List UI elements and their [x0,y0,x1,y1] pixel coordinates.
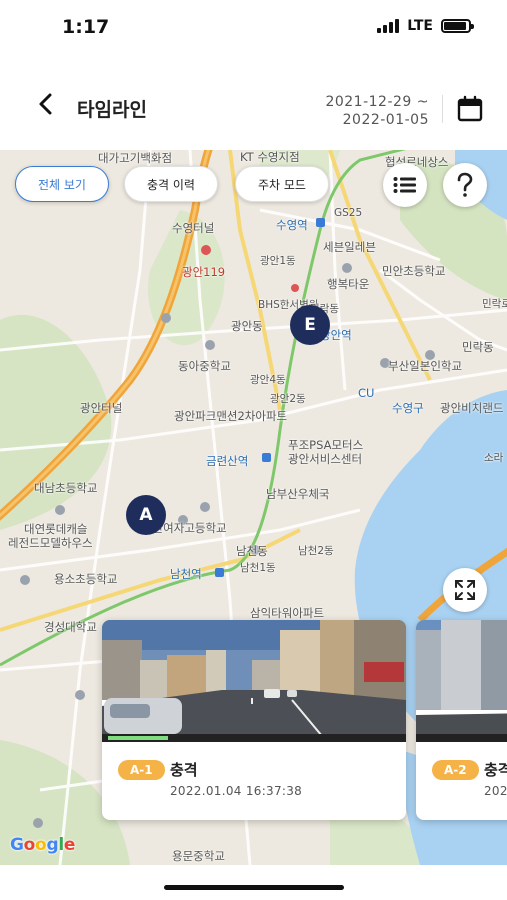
map-label: 경성대학교 [44,620,97,634]
network-type: LTE [407,18,433,34]
event-type: 충격 [484,761,507,779]
event-time: 2022.01.04 16: [484,784,507,798]
map-label: CU [358,386,375,400]
event-id-badge: A-1 [118,760,165,780]
event-id-badge: A-2 [432,760,479,780]
map-label: 소라 [484,452,504,464]
date-range[interactable]: 2021-12-29 ~ 2022-01-05 [325,93,429,129]
map-label: 동아중학교 [178,359,231,373]
dashcam-thumbnail[interactable] [102,620,406,742]
map-label: 대남초등학교 [34,481,98,495]
map-label: 용문중학교 [172,849,225,863]
map-label: 광안비치랜드 [440,401,504,415]
calendar-button[interactable] [456,95,484,123]
filter-all-label: 전체 보기 [38,177,86,192]
battery-icon [441,19,474,33]
filter-parking-label: 주차 모드 [258,177,306,192]
calendar-icon [457,95,483,122]
filter-all-button[interactable]: 전체 보기 [15,166,109,202]
route-start-marker[interactable]: A [126,495,166,535]
google-logo: Google [10,835,76,855]
event-time: 2022.01.04 16:37:38 [170,784,303,798]
home-bar [0,865,507,900]
help-button[interactable] [443,163,487,207]
home-indicator[interactable] [164,885,344,890]
route-start-marker-label: A [139,505,153,525]
map-label: 광안동 [231,319,263,333]
status-time: 1:17 [62,16,110,38]
event-card[interactable]: A-1 충격 2022.01.04 16:37:38 [102,620,406,820]
arrow-left-icon [39,93,52,115]
map-label: 민락동 [462,340,494,354]
status-indicators: LTE [377,18,474,34]
street-scene-image [416,620,507,742]
map-label: 광안2동 [270,393,306,405]
question-mark-icon [457,172,473,197]
map-view[interactable]: 대가고기백화점 KT 수영지점 협성르네상스 수영터널 수영역 GS25 세븐일… [0,150,507,865]
page-title: 타임라인 [77,99,147,121]
map-label: 민락로 [482,298,507,310]
list-icon [393,177,416,193]
route-end-marker-label: E [304,315,316,335]
map-label: 남천역 [170,567,202,581]
back-button[interactable] [34,91,60,117]
filter-impact-button[interactable]: 충격 이력 [124,166,218,202]
street-scene-image [102,620,406,742]
map-label: 광안119 [182,265,226,279]
event-card[interactable]: A-2 충격 2022.01.04 16: [416,620,507,820]
map-label: 부산일본인학교 [388,359,463,373]
map-label: KT 수영지점 [240,150,300,164]
date-range-start: 2021-12-29 ~ [325,94,429,110]
filter-impact-label: 충격 이력 [147,177,195,192]
map-label: 세븐일레븐 [323,240,376,254]
dashcam-thumbnail[interactable] [416,620,507,742]
map-label: 광안1동 [260,255,296,267]
date-range-end: 2022-01-05 [342,112,429,128]
cellular-signal-icon [377,19,400,33]
status-bar: 1:17 LTE [0,0,507,55]
map-label: 남천2동 [298,545,334,557]
map-label: 대가고기백화점 [98,151,173,165]
map-label: 수영역 [276,218,308,232]
map-label: 용소초등학교 [54,572,118,586]
fullscreen-button[interactable] [443,568,487,612]
expand-icon [455,580,475,600]
map-label: 금련산역 [206,454,249,468]
map-label: 광안터널 [80,401,123,415]
map-label: 광안서비스센터 [288,452,363,466]
route-end-marker[interactable]: E [290,305,330,345]
list-view-button[interactable] [383,163,427,207]
header: 타임라인 2021-12-29 ~ 2022-01-05 [0,55,507,150]
header-divider [442,95,443,123]
map-label: 광안파크맨션2차아파트 [174,409,288,423]
timeline-screen: 1:17 LTE 타임라인 2021-12-29 ~ 2022-01-05 대가… [0,0,507,900]
filter-parking-button[interactable]: 주차 모드 [235,166,329,202]
map-label: 광안4동 [250,374,286,386]
map-label: 삼익타워아파트 [250,606,325,620]
map-label: 남부산우체국 [266,487,330,501]
map-label: 수영터널 [172,221,215,235]
event-type: 충격 [170,761,198,779]
map-label: 민안초등학교 [382,264,446,278]
map-label: GS25 [334,207,363,219]
map-label: 수영구 [392,401,424,415]
map-label: 남천동 [236,544,268,558]
map-label: 행복타운 [327,277,370,291]
map-label: 남천1동 [240,562,276,574]
map-label: 레전드모델하우스 [8,536,93,550]
